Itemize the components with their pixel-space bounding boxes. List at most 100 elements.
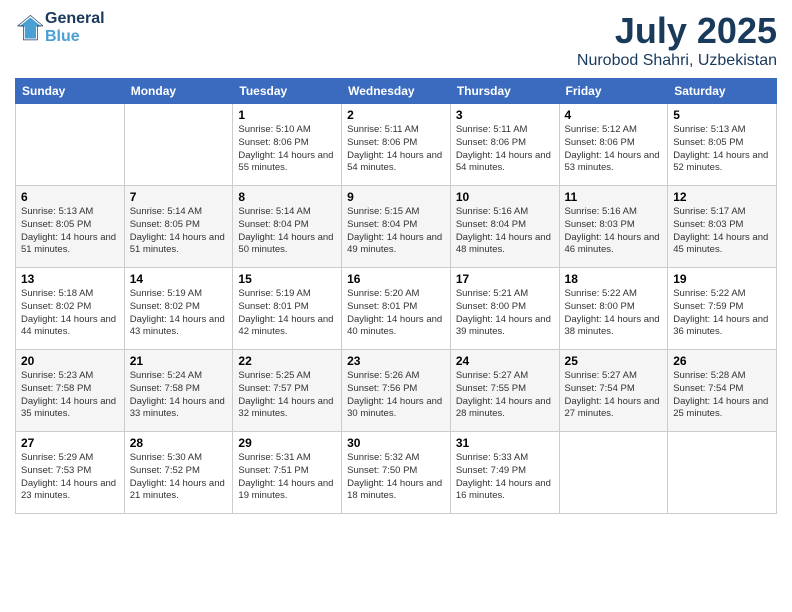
day-cell-4: 4 Sunrise: 5:12 AM Sunset: 8:06 PM Daylig…	[559, 104, 668, 186]
day-cell-20: 20Sunrise: 5:23 AM Sunset: 7:58 PM Dayli…	[16, 350, 125, 432]
weekday-header-row: SundayMondayTuesdayWednesdayThursdayFrid…	[16, 79, 777, 104]
day-cell-22: 22 Sunrise: 5:25 AM Sunset: 7:57 PM Dayli…	[233, 350, 342, 432]
day-cell-3: 3Sunrise: 5:11 AM Sunset: 8:06 PM Daylig…	[450, 104, 559, 186]
day-number: 21	[130, 354, 228, 368]
weekday-header-tuesday: Tuesday	[233, 79, 342, 104]
day-info: Sunrise: 5:24 AM Sunset: 7:58 PM Dayligh…	[130, 370, 228, 421]
title-area: July 2025 Nurobod Shahri, Uzbekistan	[577, 10, 777, 70]
day-info: Sunrise: 5:21 AM Sunset: 8:00 PM Dayligh…	[456, 288, 554, 339]
day-cell-13: 13 Sunrise: 5:18 AM Sunset: 8:02 PM Dayli…	[16, 268, 125, 350]
weekday-header-wednesday: Wednesday	[342, 79, 451, 104]
day-cell-2: 2 Sunrise: 5:11 AM Sunset: 8:06 PM Daylig…	[342, 104, 451, 186]
day-info: Sunrise: 5:28 AM Sunset: 7:54 PM Dayligh…	[673, 370, 771, 421]
day-number: 25	[565, 354, 663, 368]
day-info: Sunrise: 5:29 AM Sunset: 7:53 PM Dayligh…	[21, 452, 119, 503]
day-info: Sunrise: 5:33 AM Sunset: 7:49 PM Dayligh…	[456, 452, 554, 503]
empty-cell	[124, 104, 233, 186]
day-cell-10: 10Sunrise: 5:16 AM Sunset: 8:04 PM Dayli…	[450, 186, 559, 268]
day-cell-30: 30 Sunrise: 5:32 AM Sunset: 7:50 PM Dayli…	[342, 432, 451, 514]
day-number: 16	[347, 272, 445, 286]
day-cell-17: 17 Sunrise: 5:21 AM Sunset: 8:00 PM Dayli…	[450, 268, 559, 350]
day-info: Sunrise: 5:10 AM Sunset: 8:06 PM Dayligh…	[238, 124, 336, 175]
day-cell-23: 23 Sunrise: 5:26 AM Sunset: 7:56 PM Dayli…	[342, 350, 451, 432]
week-row-2: 6 Sunrise: 5:13 AM Sunset: 8:05 PM Daylig…	[16, 186, 777, 268]
logo: General Blue	[15, 10, 105, 45]
day-number: 31	[456, 436, 554, 450]
day-info: Sunrise: 5:22 AM Sunset: 7:59 PM Dayligh…	[673, 288, 771, 339]
day-info: Sunrise: 5:20 AM Sunset: 8:01 PM Dayligh…	[347, 288, 445, 339]
day-info: Sunrise: 5:19 AM Sunset: 8:01 PM Dayligh…	[238, 288, 336, 339]
weekday-header-thursday: Thursday	[450, 79, 559, 104]
day-cell-19: 19 Sunrise: 5:22 AM Sunset: 7:59 PM Dayli…	[668, 268, 777, 350]
day-cell-16: 16 Sunrise: 5:20 AM Sunset: 8:01 PM Dayli…	[342, 268, 451, 350]
day-info: Sunrise: 5:11 AM Sunset: 8:06 PM Dayligh…	[347, 124, 445, 175]
day-number: 18	[565, 272, 663, 286]
day-cell-8: 8 Sunrise: 5:14 AM Sunset: 8:04 PM Daylig…	[233, 186, 342, 268]
day-cell-21: 21 Sunrise: 5:24 AM Sunset: 7:58 PM Dayli…	[124, 350, 233, 432]
empty-cell	[668, 432, 777, 514]
weekday-header-friday: Friday	[559, 79, 668, 104]
day-info: Sunrise: 5:32 AM Sunset: 7:50 PM Dayligh…	[347, 452, 445, 503]
day-cell-12: 12Sunrise: 5:17 AM Sunset: 8:03 PM Dayli…	[668, 186, 777, 268]
week-row-5: 27 Sunrise: 5:29 AM Sunset: 7:53 PM Dayli…	[16, 432, 777, 514]
day-info: Sunrise: 5:27 AM Sunset: 7:55 PM Dayligh…	[456, 370, 554, 421]
day-cell-26: 26 Sunrise: 5:28 AM Sunset: 7:54 PM Dayli…	[668, 350, 777, 432]
day-number: 24	[456, 354, 554, 368]
day-number: 2	[347, 108, 445, 122]
day-info: Sunrise: 5:12 AM Sunset: 8:06 PM Dayligh…	[565, 124, 663, 175]
day-cell-18: 18 Sunrise: 5:22 AM Sunset: 8:00 PM Dayli…	[559, 268, 668, 350]
day-cell-28: 28 Sunrise: 5:30 AM Sunset: 7:52 PM Dayli…	[124, 432, 233, 514]
header: General Blue July 2025 Nurobod Shahri, U…	[15, 10, 777, 70]
day-number: 3	[456, 108, 554, 122]
day-number: 13	[21, 272, 119, 286]
day-info: Sunrise: 5:14 AM Sunset: 8:05 PM Dayligh…	[130, 206, 228, 257]
day-cell-15: 15 Sunrise: 5:19 AM Sunset: 8:01 PM Dayli…	[233, 268, 342, 350]
day-info: Sunrise: 5:25 AM Sunset: 7:57 PM Dayligh…	[238, 370, 336, 421]
week-row-1: 1Sunrise: 5:10 AM Sunset: 8:06 PM Daylig…	[16, 104, 777, 186]
day-number: 11	[565, 190, 663, 204]
day-cell-27: 27 Sunrise: 5:29 AM Sunset: 7:53 PM Dayli…	[16, 432, 125, 514]
day-number: 14	[130, 272, 228, 286]
day-number: 17	[456, 272, 554, 286]
day-number: 26	[673, 354, 771, 368]
day-number: 23	[347, 354, 445, 368]
page: General Blue July 2025 Nurobod Shahri, U…	[0, 0, 792, 612]
day-cell-11: 11Sunrise: 5:16 AM Sunset: 8:03 PM Dayli…	[559, 186, 668, 268]
day-number: 27	[21, 436, 119, 450]
day-number: 30	[347, 436, 445, 450]
day-number: 20	[21, 354, 119, 368]
day-number: 8	[238, 190, 336, 204]
day-number: 9	[347, 190, 445, 204]
day-number: 10	[456, 190, 554, 204]
day-cell-1: 1Sunrise: 5:10 AM Sunset: 8:06 PM Daylig…	[233, 104, 342, 186]
calendar-table: SundayMondayTuesdayWednesdayThursdayFrid…	[15, 78, 777, 514]
day-number: 22	[238, 354, 336, 368]
day-info: Sunrise: 5:27 AM Sunset: 7:54 PM Dayligh…	[565, 370, 663, 421]
day-number: 19	[673, 272, 771, 286]
day-info: Sunrise: 5:13 AM Sunset: 8:05 PM Dayligh…	[21, 206, 119, 257]
weekday-header-saturday: Saturday	[668, 79, 777, 104]
empty-cell	[16, 104, 125, 186]
day-info: Sunrise: 5:14 AM Sunset: 8:04 PM Dayligh…	[238, 206, 336, 257]
day-cell-9: 9 Sunrise: 5:15 AM Sunset: 8:04 PM Daylig…	[342, 186, 451, 268]
day-info: Sunrise: 5:15 AM Sunset: 8:04 PM Dayligh…	[347, 206, 445, 257]
day-info: Sunrise: 5:18 AM Sunset: 8:02 PM Dayligh…	[21, 288, 119, 339]
day-number: 4	[565, 108, 663, 122]
day-cell-31: 31 Sunrise: 5:33 AM Sunset: 7:49 PM Dayli…	[450, 432, 559, 514]
day-number: 15	[238, 272, 336, 286]
logo-text-line1: General	[45, 10, 105, 28]
day-info: Sunrise: 5:26 AM Sunset: 7:56 PM Dayligh…	[347, 370, 445, 421]
day-info: Sunrise: 5:31 AM Sunset: 7:51 PM Dayligh…	[238, 452, 336, 503]
day-cell-6: 6 Sunrise: 5:13 AM Sunset: 8:05 PM Daylig…	[16, 186, 125, 268]
day-number: 6	[21, 190, 119, 204]
day-number: 28	[130, 436, 228, 450]
day-info: Sunrise: 5:22 AM Sunset: 8:00 PM Dayligh…	[565, 288, 663, 339]
day-info: Sunrise: 5:30 AM Sunset: 7:52 PM Dayligh…	[130, 452, 228, 503]
day-cell-24: 24 Sunrise: 5:27 AM Sunset: 7:55 PM Dayli…	[450, 350, 559, 432]
day-info: Sunrise: 5:17 AM Sunset: 8:03 PM Dayligh…	[673, 206, 771, 257]
day-cell-25: 25 Sunrise: 5:27 AM Sunset: 7:54 PM Dayli…	[559, 350, 668, 432]
month-title: July 2025	[577, 10, 777, 52]
weekday-header-monday: Monday	[124, 79, 233, 104]
day-info: Sunrise: 5:13 AM Sunset: 8:05 PM Dayligh…	[673, 124, 771, 175]
empty-cell	[559, 432, 668, 514]
